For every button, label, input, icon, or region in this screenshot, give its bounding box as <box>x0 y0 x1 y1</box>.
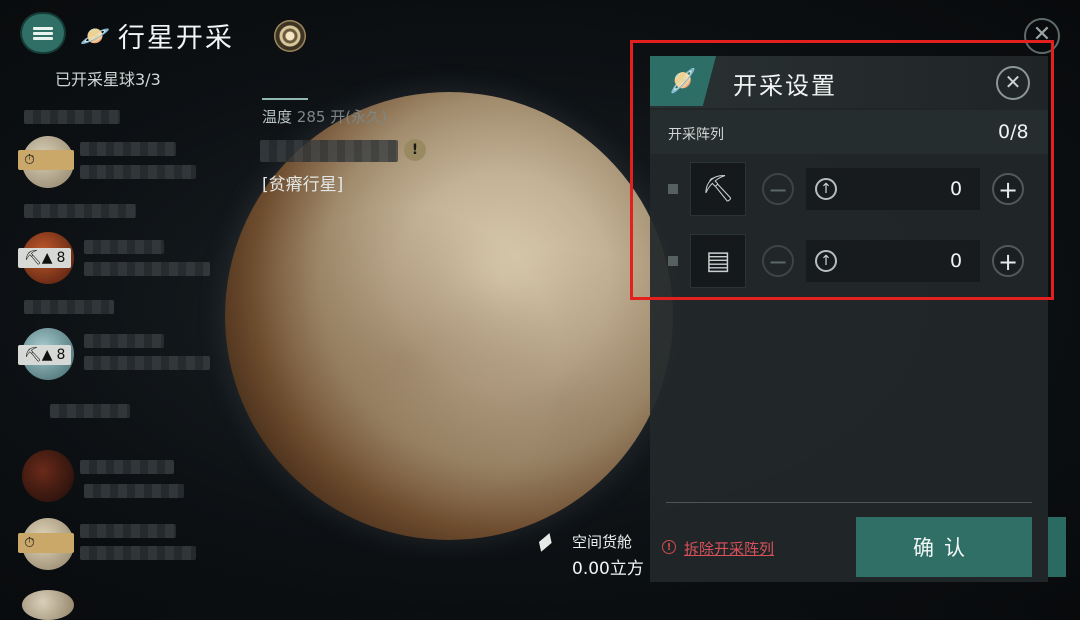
temperature-bar <box>262 98 308 100</box>
mining-tag: ⛏▲ 8 <box>18 345 72 365</box>
alert-icon: ! <box>662 540 676 554</box>
list-item-name <box>24 300 114 314</box>
page-title: 🪐 行星开采 <box>80 21 234 55</box>
temperature-readout: 温度 285 开(永久) <box>262 108 387 126</box>
cargo-icon: ▰ <box>528 524 561 558</box>
cargo-value: 0.00立方 <box>572 559 644 579</box>
cargo-label: 空间货舱 <box>572 533 633 551</box>
list-item-name <box>80 460 174 474</box>
planet-name <box>260 140 398 162</box>
planet-icon: 🪐 <box>80 21 112 50</box>
divider <box>666 502 1032 503</box>
dismantle-array-link[interactable]: 拆除开采阵列 <box>684 538 774 559</box>
list-item-name <box>84 240 164 254</box>
list-item-name <box>80 524 176 538</box>
list-item-name <box>24 204 136 218</box>
list-item-detail <box>84 484 184 498</box>
planet-list-item[interactable] <box>22 590 74 620</box>
highlight-box <box>630 40 1054 300</box>
mining-tag: ⛏▲ 8 <box>18 248 72 268</box>
mined-planets-count: 已开采星球3/3 <box>55 70 161 89</box>
clock-icon: ⏱ <box>24 535 35 551</box>
list-item-name <box>84 334 164 348</box>
list-item-name <box>50 404 130 418</box>
timer-tag: ⏱ <box>18 150 74 170</box>
list-item-name <box>80 142 176 156</box>
menu-button[interactable] <box>22 14 64 52</box>
clock-icon: ⏱ <box>24 152 35 168</box>
list-item-detail <box>84 262 210 276</box>
confirm-button-edge <box>1048 517 1066 577</box>
planet-list-item[interactable] <box>22 450 74 502</box>
warning-icon[interactable]: ! <box>404 139 426 161</box>
list-item-name <box>24 110 120 124</box>
pickaxe-icon: ⛏▲ <box>24 250 53 266</box>
list-item-detail <box>84 356 210 370</box>
target-icon[interactable] <box>274 20 306 52</box>
planet-type: [贫瘠行星] <box>262 175 344 195</box>
list-item-detail <box>80 165 196 179</box>
timer-tag: ⏱ <box>18 533 74 553</box>
confirm-button[interactable]: 确认 <box>856 517 1032 577</box>
pickaxe-icon: ⛏▲ <box>24 347 53 363</box>
list-item-detail <box>80 546 196 560</box>
